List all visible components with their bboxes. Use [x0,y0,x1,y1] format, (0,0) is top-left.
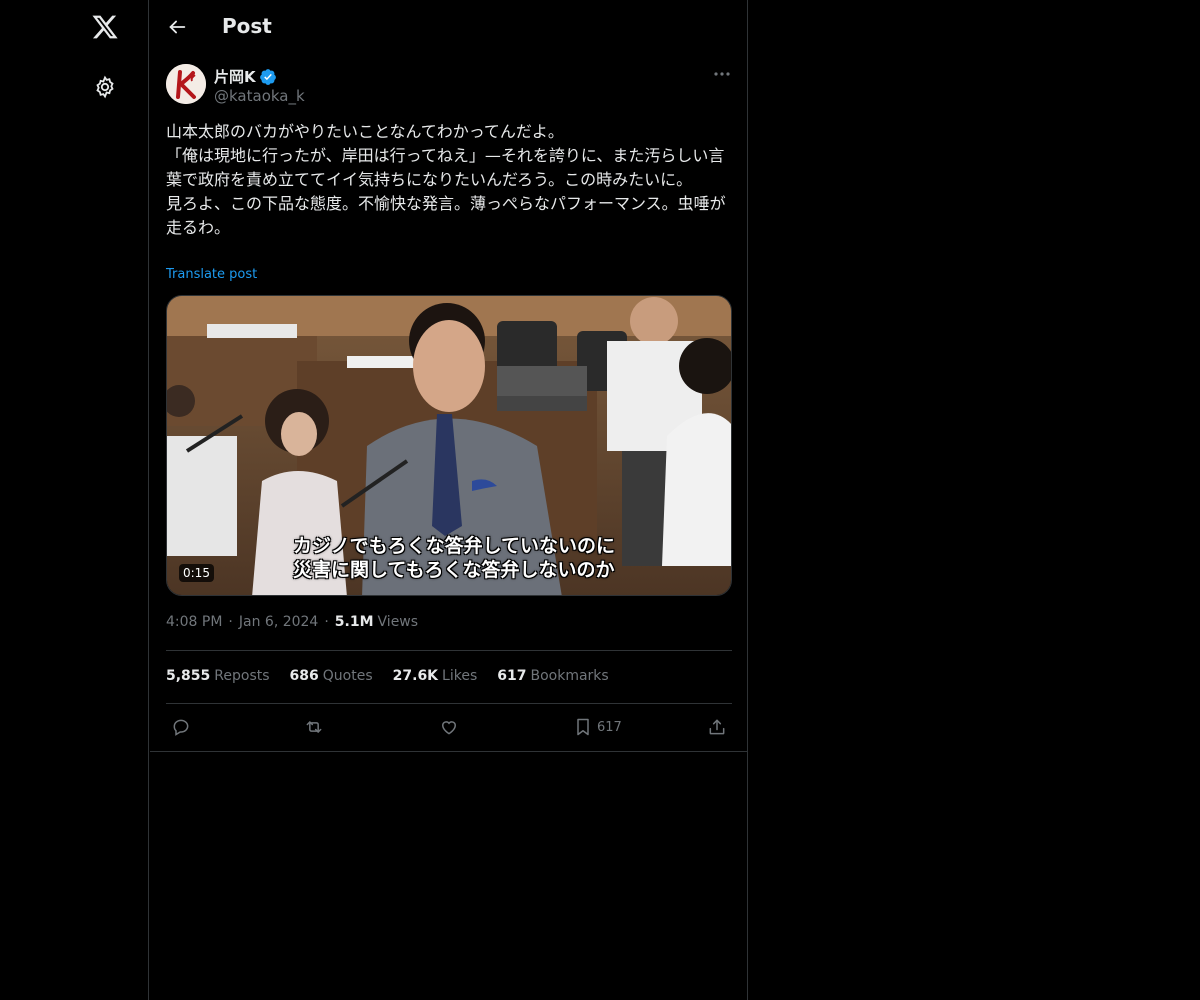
verified-badge-icon [259,68,276,85]
subtitle-line-1: カジノでもろくな答弁していないのに [293,535,616,557]
engagement-stats: 5,855 Reposts 686 Quotes 27.6K Likes 617 Boo… [166,668,629,684]
author-handle[interactable]: @kataoka_k [214,87,305,105]
divider [150,751,748,752]
post-date[interactable]: Jan 6, 2024 [239,614,318,630]
share-button[interactable] [707,716,727,738]
post-header: Post [150,0,747,54]
gear-icon[interactable] [93,75,117,99]
more-options-icon[interactable] [712,64,732,84]
x-logo-icon[interactable] [91,13,119,41]
post-time[interactable]: 4:08 PM [166,614,222,630]
post-column: Post 片岡K @kataoka_k 山本太郎のバカがやりたいことなんてわかっ… [150,0,748,1000]
reposts-count: 5,855 [166,668,211,684]
bookmarks-stat[interactable]: 617 Bookmarks [497,668,608,684]
bookmarks-count: 617 [497,668,527,684]
bookmark-icon [577,718,589,736]
likes-count: 27.6K [392,668,439,684]
quotes-count: 686 [289,668,319,684]
video-subtitles: カジノでもろくな答弁していないのに 災害に関してもろくな答弁しないのか [293,534,615,582]
repost-button[interactable] [304,716,324,738]
heart-icon [441,721,457,735]
reposts-stat[interactable]: 5,855 Reposts [166,668,270,684]
views-count: 5.1M [334,614,374,630]
translate-post-link[interactable]: Translate post [166,267,257,282]
bookmark-button[interactable]: 617 [573,716,622,738]
author-name[interactable]: 片岡K [214,66,256,87]
repost-icon [306,721,322,733]
meta-separator: · [324,614,329,630]
back-arrow-icon[interactable] [166,16,188,38]
post-text: 山本太郎のバカがやりたいことなんてわかってんだよ。 「俺は現地に行ったが、岸田は… [166,122,726,237]
bookmarks-label: Bookmarks [530,668,609,684]
left-nav [0,0,149,1000]
views-label: Views [377,614,419,630]
quotes-label: Quotes [322,668,373,684]
likes-label: Likes [442,668,478,684]
reply-button[interactable] [171,716,191,738]
post-meta: 4:08 PM · Jan 6, 2024 · 5.1M Views [166,614,418,630]
bookmark-count: 617 [597,719,622,735]
subtitle-line-2: 災害に関してもろくな答弁しないのか [293,559,615,581]
page-title: Post [222,14,272,38]
author-row: 片岡K @kataoka_k [166,64,732,108]
likes-stat[interactable]: 27.6K Likes [393,668,478,684]
meta-separator: · [228,614,233,630]
quotes-stat[interactable]: 686 Quotes [290,668,373,684]
reply-icon [173,719,189,736]
author-name-row: 片岡K [214,66,277,87]
video-duration-badge: 0:15 [179,564,214,582]
like-button[interactable] [439,716,459,738]
divider [166,650,732,651]
divider [166,703,732,704]
share-icon [709,719,725,735]
video-player[interactable]: カジノでもろくな答弁していないのに 災害に関してもろくな答弁しないのか 0:15 [166,295,732,596]
avatar[interactable] [166,64,206,104]
action-bar: 617 [166,712,732,742]
reposts-label: Reposts [214,668,270,684]
